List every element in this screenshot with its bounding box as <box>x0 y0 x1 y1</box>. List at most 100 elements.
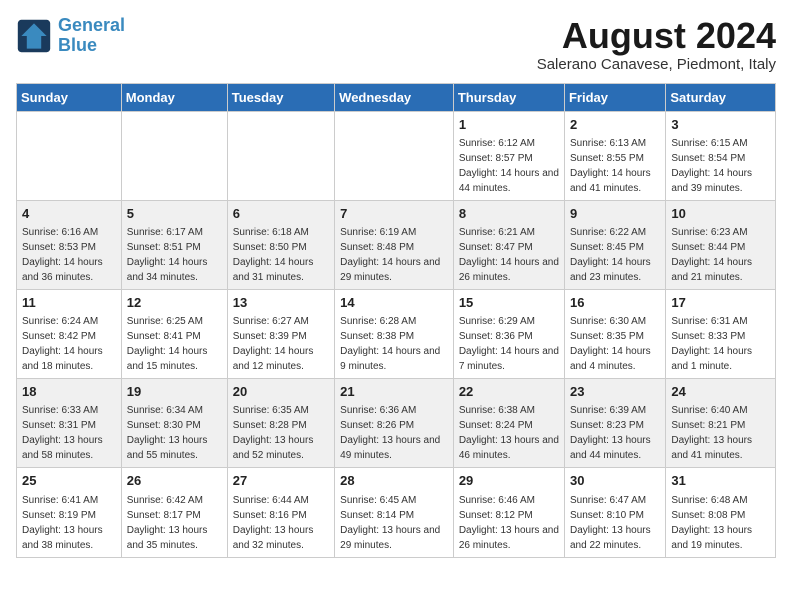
day-cell: 21 Sunrise: 6:36 AM Sunset: 8:26 PM Dayli… <box>335 379 454 468</box>
day-info: Sunrise: 6:18 AM Sunset: 8:50 PM Dayligh… <box>233 227 314 283</box>
day-number: 23 <box>570 383 660 401</box>
day-cell: 7 Sunrise: 6:19 AM Sunset: 8:48 PM Daylig… <box>335 200 454 289</box>
logo: General Blue <box>16 16 125 56</box>
day-number: 19 <box>127 383 222 401</box>
day-info: Sunrise: 6:12 AM Sunset: 8:57 PM Dayligh… <box>459 138 559 194</box>
day-number: 13 <box>233 294 329 312</box>
header-cell-sunday: Sunday <box>17 83 122 111</box>
day-cell: 17 Sunrise: 6:31 AM Sunset: 8:33 PM Dayli… <box>666 289 776 378</box>
day-info: Sunrise: 6:34 AM Sunset: 8:30 PM Dayligh… <box>127 405 208 461</box>
day-info: Sunrise: 6:25 AM Sunset: 8:41 PM Dayligh… <box>127 316 208 372</box>
day-number: 9 <box>570 205 660 223</box>
day-info: Sunrise: 6:27 AM Sunset: 8:39 PM Dayligh… <box>233 316 314 372</box>
day-info: Sunrise: 6:19 AM Sunset: 8:48 PM Dayligh… <box>340 227 440 283</box>
day-info: Sunrise: 6:17 AM Sunset: 8:51 PM Dayligh… <box>127 227 208 283</box>
logo-icon <box>16 18 52 54</box>
day-info: Sunrise: 6:24 AM Sunset: 8:42 PM Dayligh… <box>22 316 103 372</box>
day-number: 10 <box>671 205 770 223</box>
day-info: Sunrise: 6:39 AM Sunset: 8:23 PM Dayligh… <box>570 405 651 461</box>
calendar-header: SundayMondayTuesdayWednesdayThursdayFrid… <box>17 83 776 111</box>
day-info: Sunrise: 6:48 AM Sunset: 8:08 PM Dayligh… <box>671 495 752 551</box>
day-cell <box>227 111 334 200</box>
day-number: 15 <box>459 294 559 312</box>
subtitle: Salerano Canavese, Piedmont, Italy <box>537 56 776 73</box>
day-info: Sunrise: 6:42 AM Sunset: 8:17 PM Dayligh… <box>127 495 208 551</box>
day-cell: 20 Sunrise: 6:35 AM Sunset: 8:28 PM Dayli… <box>227 379 334 468</box>
day-cell: 12 Sunrise: 6:25 AM Sunset: 8:41 PM Dayli… <box>121 289 227 378</box>
day-info: Sunrise: 6:35 AM Sunset: 8:28 PM Dayligh… <box>233 405 314 461</box>
day-info: Sunrise: 6:46 AM Sunset: 8:12 PM Dayligh… <box>459 495 559 551</box>
day-cell <box>335 111 454 200</box>
day-info: Sunrise: 6:22 AM Sunset: 8:45 PM Dayligh… <box>570 227 651 283</box>
day-info: Sunrise: 6:13 AM Sunset: 8:55 PM Dayligh… <box>570 138 651 194</box>
day-info: Sunrise: 6:36 AM Sunset: 8:26 PM Dayligh… <box>340 405 440 461</box>
header-row: SundayMondayTuesdayWednesdayThursdayFrid… <box>17 83 776 111</box>
day-cell: 8Sunrise: 6:21 AM Sunset: 8:47 PM Daylig… <box>453 200 564 289</box>
day-cell: 23 Sunrise: 6:39 AM Sunset: 8:23 PM Dayli… <box>564 379 665 468</box>
day-number: 29 <box>459 472 559 490</box>
logo-text: General Blue <box>58 16 125 56</box>
main-title: August 2024 <box>537 16 776 56</box>
day-number: 17 <box>671 294 770 312</box>
day-info: Sunrise: 6:23 AM Sunset: 8:44 PM Dayligh… <box>671 227 752 283</box>
day-number: 30 <box>570 472 660 490</box>
day-number: 11 <box>22 294 116 312</box>
calendar-table: SundayMondayTuesdayWednesdayThursdayFrid… <box>16 83 776 558</box>
day-cell: 22Sunrise: 6:38 AM Sunset: 8:24 PM Dayli… <box>453 379 564 468</box>
logo-general: General <box>58 15 125 35</box>
day-number: 7 <box>340 205 448 223</box>
day-number: 16 <box>570 294 660 312</box>
day-info: Sunrise: 6:41 AM Sunset: 8:19 PM Dayligh… <box>22 495 103 551</box>
title-block: August 2024 Salerano Canavese, Piedmont,… <box>537 16 776 73</box>
day-cell: 25 Sunrise: 6:41 AM Sunset: 8:19 PM Dayli… <box>17 468 122 557</box>
header-cell-wednesday: Wednesday <box>335 83 454 111</box>
day-info: Sunrise: 6:40 AM Sunset: 8:21 PM Dayligh… <box>671 405 752 461</box>
day-cell: 31 Sunrise: 6:48 AM Sunset: 8:08 PM Dayli… <box>666 468 776 557</box>
day-cell: 16 Sunrise: 6:30 AM Sunset: 8:35 PM Dayli… <box>564 289 665 378</box>
day-cell: 15Sunrise: 6:29 AM Sunset: 8:36 PM Dayli… <box>453 289 564 378</box>
day-cell: 2 Sunrise: 6:13 AM Sunset: 8:55 PM Daylig… <box>564 111 665 200</box>
day-info: Sunrise: 6:30 AM Sunset: 8:35 PM Dayligh… <box>570 316 651 372</box>
day-number: 12 <box>127 294 222 312</box>
day-number: 25 <box>22 472 116 490</box>
day-number: 24 <box>671 383 770 401</box>
day-number: 21 <box>340 383 448 401</box>
day-cell: 3 Sunrise: 6:15 AM Sunset: 8:54 PM Daylig… <box>666 111 776 200</box>
day-cell: 26 Sunrise: 6:42 AM Sunset: 8:17 PM Dayli… <box>121 468 227 557</box>
day-cell: 6 Sunrise: 6:18 AM Sunset: 8:50 PM Daylig… <box>227 200 334 289</box>
day-number: 2 <box>570 116 660 134</box>
day-info: Sunrise: 6:31 AM Sunset: 8:33 PM Dayligh… <box>671 316 752 372</box>
day-number: 20 <box>233 383 329 401</box>
day-info: Sunrise: 6:33 AM Sunset: 8:31 PM Dayligh… <box>22 405 103 461</box>
day-cell: 4Sunrise: 6:16 AM Sunset: 8:53 PM Daylig… <box>17 200 122 289</box>
day-cell: 19 Sunrise: 6:34 AM Sunset: 8:30 PM Dayli… <box>121 379 227 468</box>
day-info: Sunrise: 6:44 AM Sunset: 8:16 PM Dayligh… <box>233 495 314 551</box>
day-number: 3 <box>671 116 770 134</box>
day-cell: 1 Sunrise: 6:12 AM Sunset: 8:57 PM Daylig… <box>453 111 564 200</box>
day-cell: 11 Sunrise: 6:24 AM Sunset: 8:42 PM Dayli… <box>17 289 122 378</box>
day-info: Sunrise: 6:21 AM Sunset: 8:47 PM Dayligh… <box>459 227 559 283</box>
logo-blue: Blue <box>58 35 97 55</box>
day-cell: 18 Sunrise: 6:33 AM Sunset: 8:31 PM Dayli… <box>17 379 122 468</box>
day-number: 27 <box>233 472 329 490</box>
day-number: 31 <box>671 472 770 490</box>
header-cell-thursday: Thursday <box>453 83 564 111</box>
day-cell: 14Sunrise: 6:28 AM Sunset: 8:38 PM Dayli… <box>335 289 454 378</box>
week-row-2: 11 Sunrise: 6:24 AM Sunset: 8:42 PM Dayli… <box>17 289 776 378</box>
day-number: 28 <box>340 472 448 490</box>
day-number: 26 <box>127 472 222 490</box>
day-cell: 30Sunrise: 6:47 AM Sunset: 8:10 PM Dayli… <box>564 468 665 557</box>
day-number: 18 <box>22 383 116 401</box>
day-cell <box>121 111 227 200</box>
day-number: 1 <box>459 116 559 134</box>
day-cell: 9 Sunrise: 6:22 AM Sunset: 8:45 PM Daylig… <box>564 200 665 289</box>
day-number: 4 <box>22 205 116 223</box>
week-row-0: 1 Sunrise: 6:12 AM Sunset: 8:57 PM Daylig… <box>17 111 776 200</box>
day-cell: 27 Sunrise: 6:44 AM Sunset: 8:16 PM Dayli… <box>227 468 334 557</box>
day-number: 6 <box>233 205 329 223</box>
calendar-body: 1 Sunrise: 6:12 AM Sunset: 8:57 PM Daylig… <box>17 111 776 557</box>
day-info: Sunrise: 6:15 AM Sunset: 8:54 PM Dayligh… <box>671 138 752 194</box>
week-row-3: 18 Sunrise: 6:33 AM Sunset: 8:31 PM Dayli… <box>17 379 776 468</box>
day-cell: 28Sunrise: 6:45 AM Sunset: 8:14 PM Dayli… <box>335 468 454 557</box>
page-header: General Blue August 2024 Salerano Canave… <box>16 16 776 73</box>
